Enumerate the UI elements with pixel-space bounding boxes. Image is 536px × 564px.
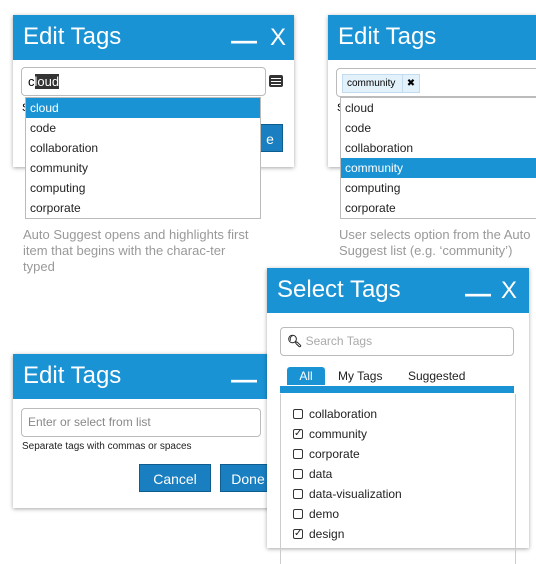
caption-selected: User selects option from the Auto Sugges… [339, 227, 531, 258]
list-icon[interactable] [269, 75, 283, 87]
tag-label: design [309, 527, 345, 541]
option-collaboration[interactable]: collaboration [26, 138, 260, 158]
tag-item[interactable]: demo [281, 504, 515, 524]
tab-all[interactable]: All [287, 367, 325, 385]
close-button[interactable]: X [501, 277, 517, 305]
tag-label: demo [309, 507, 340, 521]
tag-item[interactable]: data-visualization [281, 484, 515, 504]
option-collaboration[interactable]: collaboration [341, 138, 536, 158]
dialog-header: Select Tags — X [267, 268, 529, 313]
checkbox-unchecked[interactable] [293, 409, 303, 419]
autosuggest-list: cloud code collaboration community compu… [25, 97, 261, 219]
checkbox-unchecked[interactable] [293, 449, 303, 459]
tag-label: data [309, 467, 333, 481]
done-label: e [266, 131, 274, 147]
hint-text: Separate tags with commas or spaces [22, 441, 192, 452]
edit-tags-dialog-empty: Edit Tags — Enter or select from list Se… [13, 354, 276, 508]
tag-token: community ✖ [342, 74, 420, 93]
option-cloud[interactable]: cloud [26, 98, 260, 118]
option-corporate[interactable]: corporate [26, 198, 260, 218]
option-community[interactable]: community [26, 158, 260, 178]
tab-my-tags[interactable]: My Tags [338, 367, 382, 385]
checkbox-unchecked[interactable] [293, 469, 303, 479]
option-community[interactable]: community [341, 158, 536, 178]
checkbox-checked[interactable]: ✓ [293, 429, 303, 439]
tag-label: community [309, 427, 368, 441]
tag-item[interactable]: collaboration [281, 404, 515, 424]
caption-autosuggest: Auto Suggest opens and highlights first … [23, 227, 249, 274]
tag-label: data-visualization [309, 487, 402, 501]
option-code[interactable]: code [341, 118, 536, 138]
tag-item[interactable]: data [281, 464, 515, 484]
remove-tag-icon[interactable]: ✖ [402, 75, 419, 92]
dialog-title: Edit Tags [338, 23, 437, 50]
search-placeholder: Search Tags [305, 334, 373, 348]
dialog-title: Edit Tags [23, 362, 122, 389]
search-tags-input[interactable]: 🔍︎ Search Tags [280, 327, 514, 356]
minimize-button[interactable]: — [231, 364, 257, 395]
option-computing[interactable]: computing [26, 178, 260, 198]
minimize-button[interactable]: — [465, 278, 491, 309]
tab-suggested[interactable]: Suggested [408, 367, 465, 385]
search-icon: 🔍︎ [287, 334, 303, 348]
tab-bar: All My Tags Suggested [280, 367, 514, 393]
option-computing[interactable]: computing [341, 178, 536, 198]
select-tags-dialog: Select Tags — X 🔍︎ Search Tags All My Ta… [267, 268, 529, 564]
cancel-button[interactable]: Cancel [139, 464, 211, 492]
typed-text: c [28, 74, 35, 89]
option-cloud[interactable]: cloud [341, 98, 536, 118]
checkbox-unchecked[interactable] [293, 509, 303, 519]
tag-input[interactable]: Enter or select from list [21, 408, 261, 437]
dialog-title: Edit Tags [23, 23, 122, 50]
dialog-header: Edit Tags — [13, 354, 276, 399]
tag-input-placeholder: Enter or select from list [28, 415, 151, 429]
close-button[interactable]: X [270, 24, 286, 52]
tag-input[interactable]: cloud [21, 67, 266, 96]
option-corporate[interactable]: corporate [341, 198, 536, 218]
tag-label: collaboration [309, 407, 378, 421]
dialog-title: Select Tags [277, 276, 401, 303]
checkbox-checked[interactable]: ✓ [293, 529, 303, 539]
tag-item[interactable]: ✓ design [281, 524, 515, 544]
tag-label: corporate [309, 447, 360, 461]
tag-item[interactable]: ✓ community [281, 424, 515, 444]
autosuggest-list: cloud code collaboration community compu… [340, 97, 536, 219]
tag-token-label: community [347, 78, 396, 89]
tag-input[interactable]: community ✖ [336, 68, 536, 97]
tag-item[interactable]: corporate [281, 444, 515, 464]
checkbox-unchecked[interactable] [293, 489, 303, 499]
tag-checklist: collaboration ✓ community corporate data … [280, 394, 516, 564]
option-code[interactable]: code [26, 118, 260, 138]
dialog-header: Edit Tags [328, 15, 536, 60]
dialog-header: Edit Tags — X [13, 15, 294, 60]
autocomplete-selection: loud [34, 74, 60, 89]
minimize-button[interactable]: — [231, 25, 257, 56]
